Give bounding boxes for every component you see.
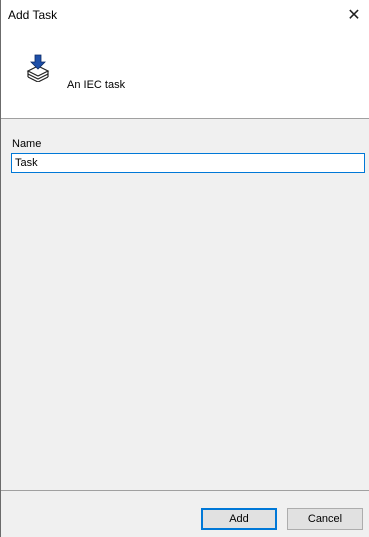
cancel-button-label: Cancel xyxy=(307,513,343,525)
header-divider xyxy=(1,118,369,119)
name-input[interactable] xyxy=(11,153,365,173)
close-icon: ✕ xyxy=(347,7,361,24)
title-bar[interactable]: Add Task ✕ xyxy=(1,0,369,30)
add-button-label: Add xyxy=(229,513,249,525)
dialog-header: An IEC task xyxy=(1,30,369,118)
iec-task-icon xyxy=(25,54,51,83)
task-description: An IEC task xyxy=(67,79,126,91)
dialog-title: Add Task xyxy=(8,8,58,22)
add-button[interactable]: Add xyxy=(201,508,277,530)
close-button[interactable]: ✕ xyxy=(339,0,369,30)
name-label: Name xyxy=(12,138,42,150)
footer-divider xyxy=(1,490,369,491)
cancel-button[interactable]: Cancel xyxy=(287,508,363,530)
add-task-dialog: Add Task ✕ An IEC task Name Add Cancel xyxy=(0,0,369,537)
